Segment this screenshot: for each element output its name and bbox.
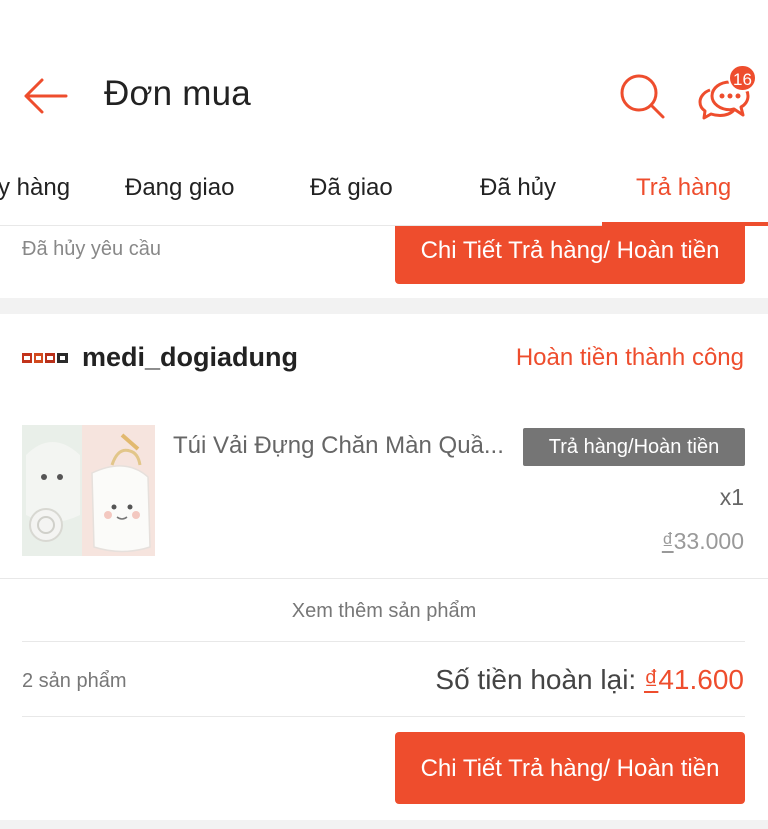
product-count: 2 sản phẩm — [22, 670, 127, 692]
previous-order-status: Đã hủy yêu cầu — [22, 238, 161, 260]
shop-logo — [22, 353, 68, 363]
refund-total: Số tiền hoàn lại: ₫41.600 — [435, 664, 744, 696]
refund-label: Số tiền hoàn lại: — [435, 664, 644, 695]
chat-notification-badge: 16 — [728, 64, 757, 92]
tab-cancelled[interactable]: Đã hủy — [480, 174, 556, 202]
search-icon — [620, 74, 665, 119]
price-value: 33.000 — [673, 528, 744, 554]
refund-amount: ₫41.600 — [644, 664, 744, 695]
back-button[interactable] — [22, 76, 68, 116]
product-price: ₫33.000 — [662, 528, 744, 555]
back-arrow-icon — [24, 78, 68, 114]
search-button[interactable] — [618, 72, 666, 120]
see-more-products-button[interactable]: Xem thêm sản phẩm — [0, 600, 768, 623]
divider — [22, 641, 745, 642]
product-thumbnail[interactable] — [22, 425, 155, 556]
tab-shipping[interactable]: Đang giao — [125, 174, 234, 202]
order-status: Hoàn tiền thành công — [515, 344, 744, 371]
app-header: Đơn mua 16 — [0, 0, 768, 160]
divider — [0, 578, 768, 579]
previous-order-detail-button[interactable]: Chi Tiết Trả hàng/ Hoàn tiền — [395, 226, 745, 284]
page-title: Đơn mua — [104, 74, 251, 113]
refund-value: 41.600 — [658, 664, 744, 695]
product-name[interactable]: Túi Vải Đựng Chăn Màn Quầ... — [173, 432, 513, 460]
order-status-tabs: y hàng Đang giao Đã giao Đã hủy Trả hàng — [0, 160, 768, 226]
return-refund-detail-button[interactable]: Chi Tiết Trả hàng/ Hoàn tiền — [395, 732, 745, 804]
tab-returns[interactable]: Trả hàng — [636, 174, 731, 202]
order-separator — [0, 820, 768, 829]
product-quantity: x1 — [719, 484, 744, 510]
order-separator — [0, 298, 768, 314]
price-currency: ₫ — [661, 528, 674, 554]
divider — [22, 716, 745, 717]
shop-name[interactable]: medi_dogiadung — [82, 342, 298, 373]
tab-awaiting-delivery[interactable]: y hàng — [0, 174, 70, 202]
refund-currency: ₫ — [643, 664, 659, 695]
return-refund-tag: Trả hàng/Hoàn tiền — [523, 428, 745, 466]
tab-delivered[interactable]: Đã giao — [310, 174, 393, 202]
